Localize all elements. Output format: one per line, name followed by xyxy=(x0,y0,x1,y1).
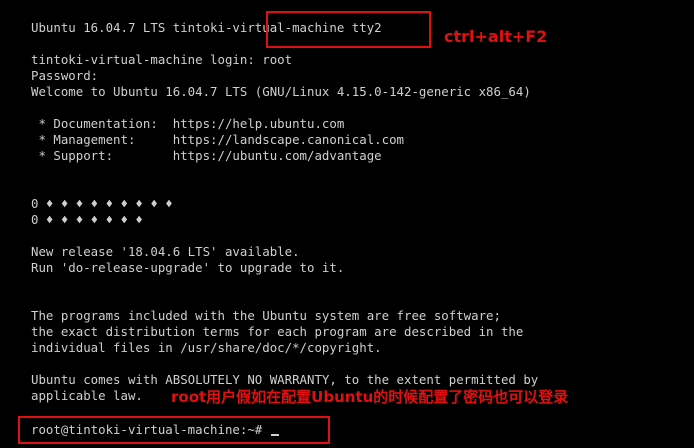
documentation-line: * Documentation: https://help.ubuntu.com xyxy=(31,116,345,131)
welcome-line: Welcome to Ubuntu 16.04.7 LTS (GNU/Linux… xyxy=(31,84,531,99)
free-software-line-2: the exact distribution terms for each pr… xyxy=(31,324,524,339)
prompt-highlight-box xyxy=(18,416,330,444)
login-line: tintoki-virtual-machine login: root xyxy=(31,52,293,67)
warranty-line-2: applicable law. xyxy=(31,388,143,403)
support-line: * Support: https://ubuntu.com/advantage xyxy=(31,148,382,163)
password-line: Password: xyxy=(31,68,99,83)
tty-highlight-box xyxy=(266,11,431,48)
upgrade-hint-line: Run 'do-release-upgrade' to upgrade to i… xyxy=(31,260,345,275)
root-login-annotation: root用户假如在配置Ubuntu的时候配置了密码也可以登录 xyxy=(171,388,569,406)
tty-console[interactable]: Ubuntu 16.04.7 LTS tintoki-virtual-machi… xyxy=(0,0,694,448)
management-line: * Management: https://landscape.canonica… xyxy=(31,132,404,147)
garbled-line-2: 0 ♦ ♦ ♦ ♦ ♦ ♦ ♦ xyxy=(31,212,143,227)
shortcut-annotation: ctrl+alt+F2 xyxy=(444,27,548,46)
free-software-line-1: The programs included with the Ubuntu sy… xyxy=(31,308,501,323)
garbled-line-1: 0 ♦ ♦ ♦ ♦ ♦ ♦ ♦ ♦ ♦ xyxy=(31,196,173,211)
new-release-line: New release '18.04.6 LTS' available. xyxy=(31,244,300,259)
free-software-line-3: individual files in /usr/share/doc/*/cop… xyxy=(31,340,382,355)
